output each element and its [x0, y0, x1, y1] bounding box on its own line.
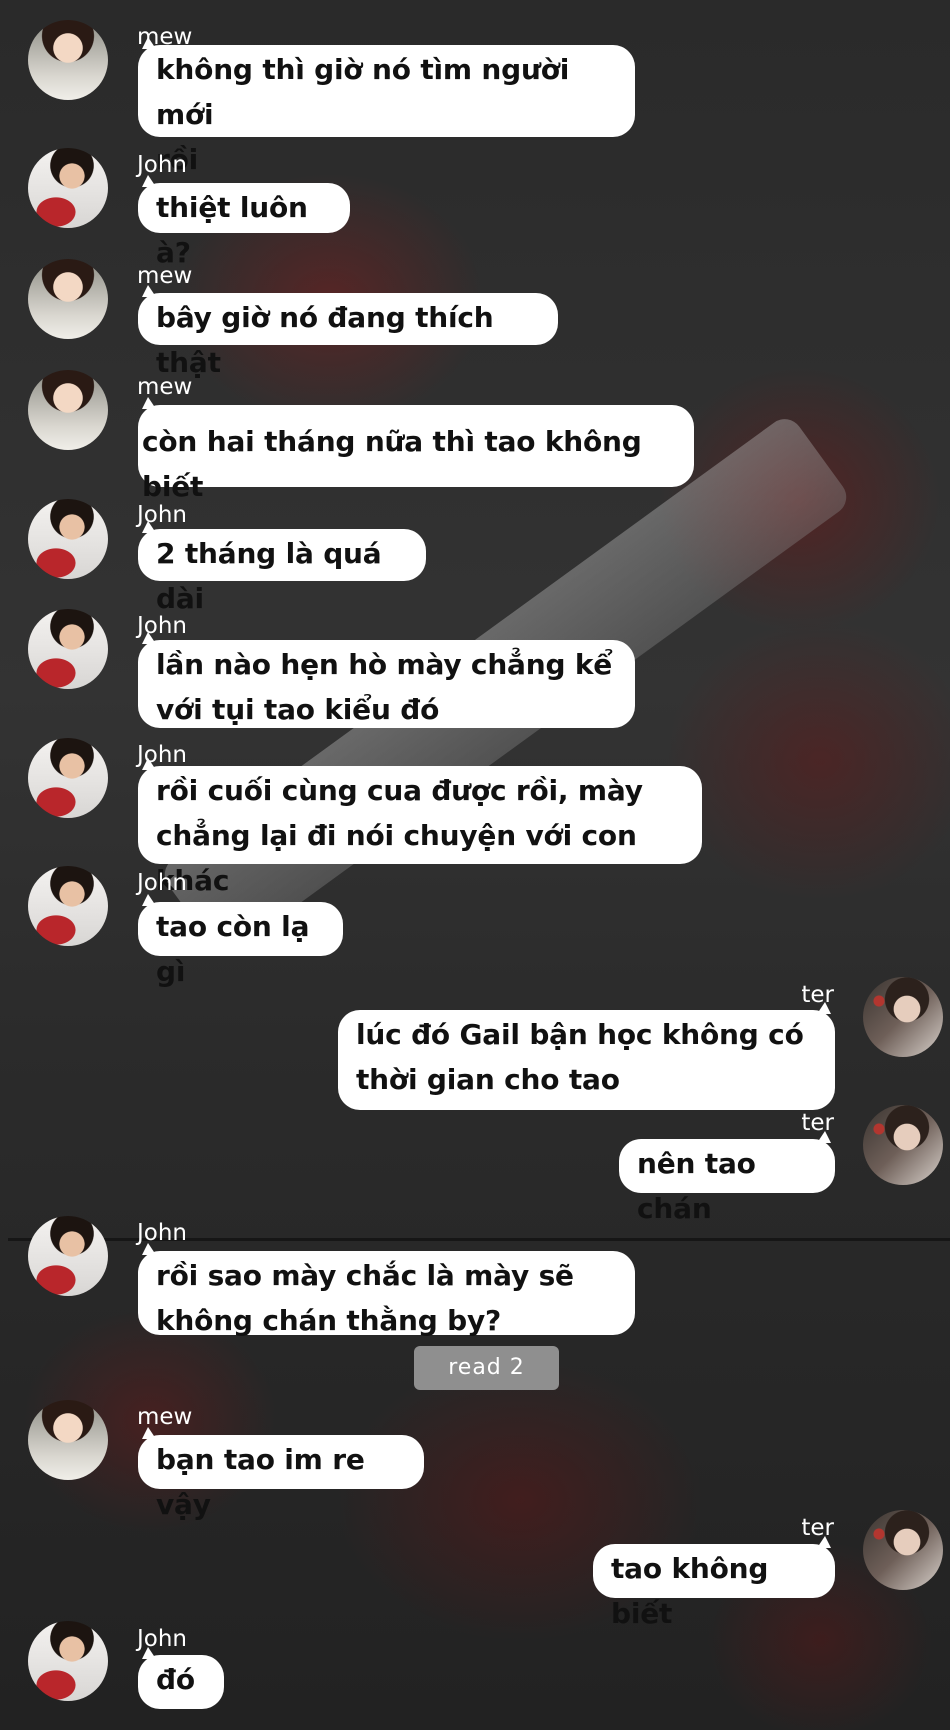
avatar-john[interactable] [28, 1621, 108, 1701]
message-bubble[interactable]: thiệt luôn à? [138, 175, 350, 269]
avatar-ter[interactable] [863, 1510, 943, 1590]
avatar-mew[interactable] [28, 20, 108, 100]
avatar-john[interactable] [28, 499, 108, 579]
avatar-ter[interactable] [863, 977, 943, 1057]
message-bubble[interactable]: lần nào hẹn hò mày chẳng kể với tụi tao … [138, 632, 635, 728]
message-bubble[interactable]: không thì giờ nó tìm người mới rồi [138, 37, 635, 176]
avatar-john[interactable] [28, 148, 108, 228]
message-bubble[interactable]: đó [138, 1647, 224, 1709]
message-bubble[interactable]: tao không biết [593, 1536, 835, 1630]
avatar-john[interactable] [28, 1216, 108, 1296]
sender-name: John [137, 870, 188, 896]
message-bubble[interactable]: nên tao chán [619, 1131, 835, 1225]
message-bubble[interactable]: rồi sao mày chắc là mày sẽ không chán th… [138, 1243, 635, 1337]
message-bubble[interactable]: bạn tao im re vậy [138, 1427, 424, 1521]
avatar-mew[interactable] [28, 370, 108, 450]
message-bubble[interactable]: còn hai tháng nữa thì tao không biết [138, 397, 694, 503]
avatar-ter[interactable] [863, 1105, 943, 1185]
message-bubble[interactable]: 2 tháng là quá dài [138, 521, 426, 615]
message-bubble[interactable]: tao còn lạ gì [138, 894, 343, 988]
avatar-mew[interactable] [28, 259, 108, 339]
avatar-john[interactable] [28, 866, 108, 946]
avatar-john[interactable] [28, 609, 108, 689]
message-bubble[interactable]: lúc đó Gail bận học không có thời gian c… [338, 1002, 835, 1110]
message-bubble[interactable]: bây giờ nó đang thích thật [138, 285, 558, 379]
read-receipt-badge: read 2 [414, 1346, 559, 1390]
avatar-mew[interactable] [28, 1400, 108, 1480]
message-bubble[interactable]: rồi cuối cùng cua được rồi, mày chẳng lạ… [138, 758, 702, 897]
avatar-john[interactable] [28, 738, 108, 818]
